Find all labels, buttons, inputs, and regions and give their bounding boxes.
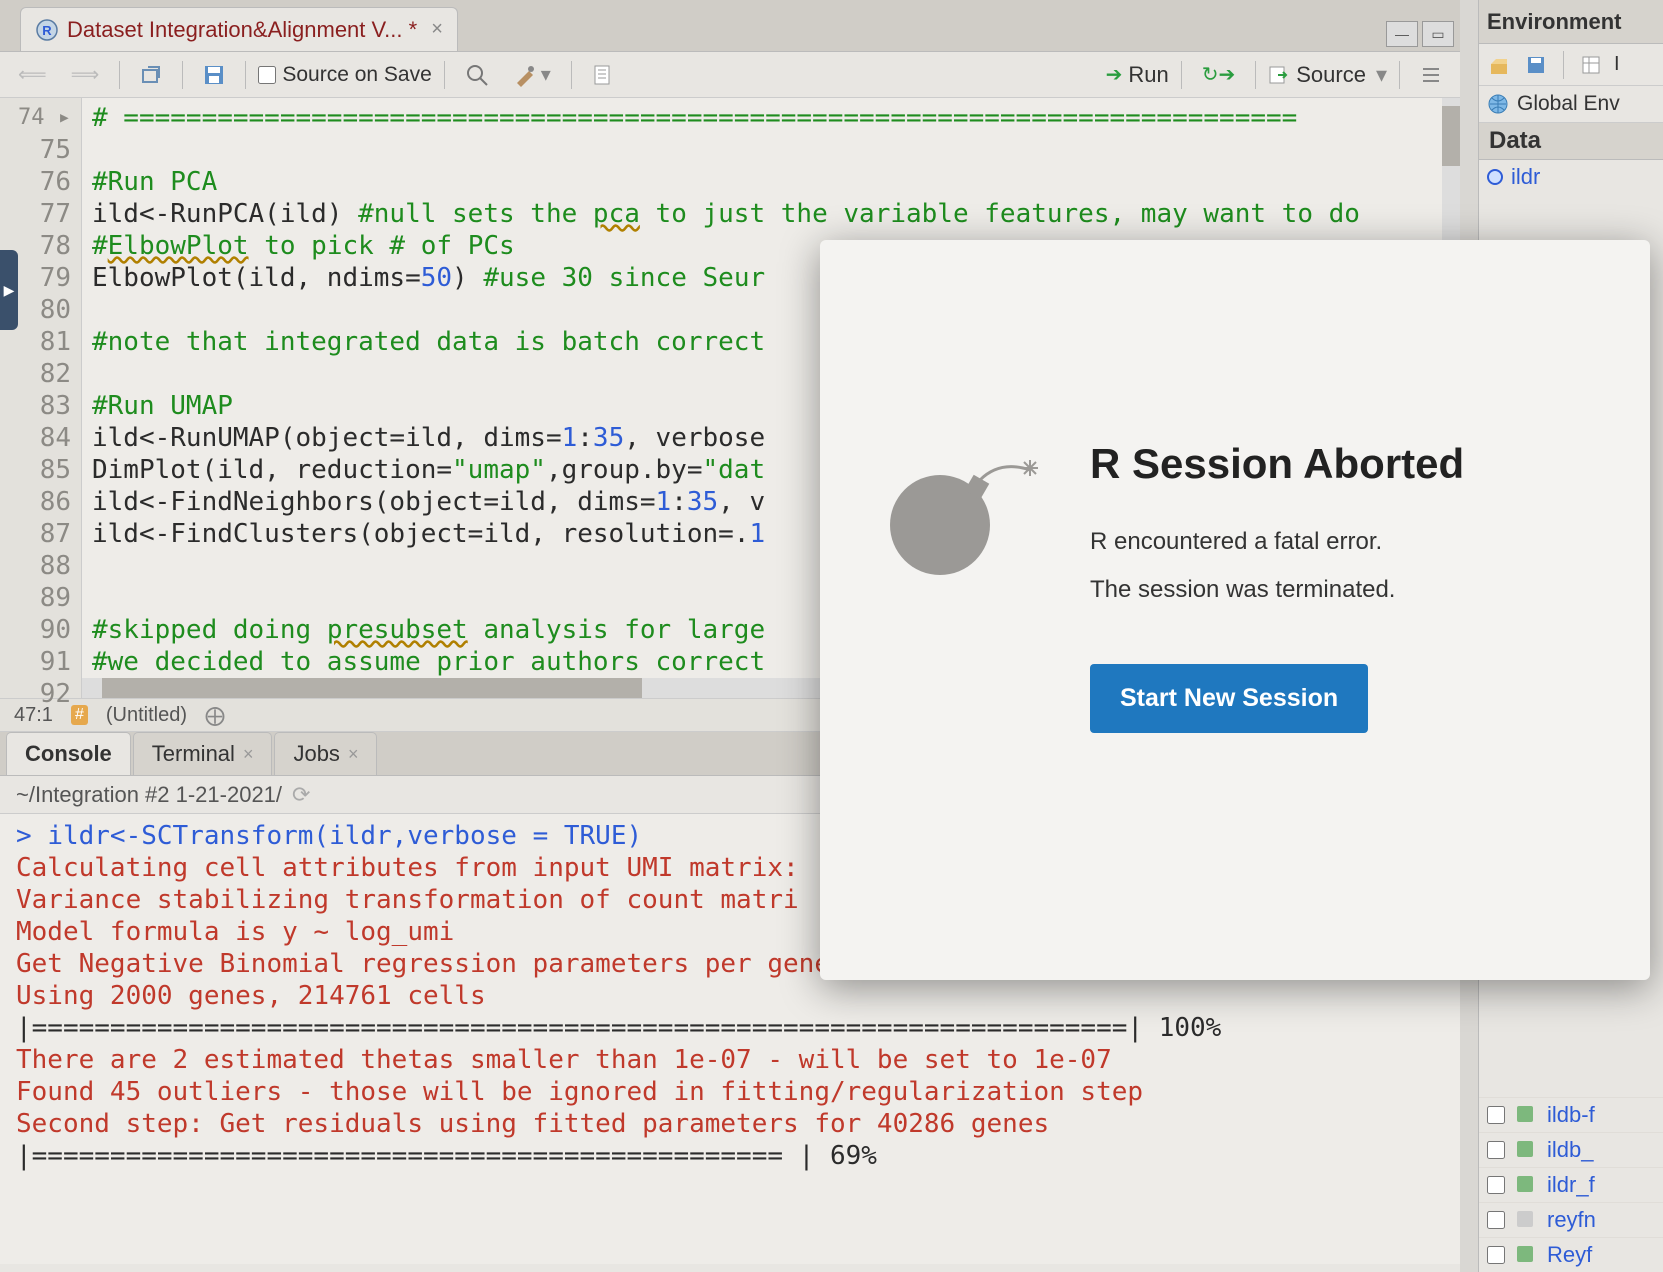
import-dataset-icon[interactable]	[1578, 52, 1604, 78]
outline-icon[interactable]	[1412, 58, 1450, 92]
path-menu-icon[interactable]: ⟳	[292, 782, 310, 808]
source-on-save-toggle[interactable]: Source on Save	[258, 63, 431, 87]
maximize-pane-icon[interactable]: ▭	[1422, 21, 1454, 47]
bomb-icon	[880, 440, 1040, 585]
rdata-file-icon	[1515, 1104, 1537, 1126]
dialog-title: R Session Aborted	[1090, 440, 1590, 488]
file-checkbox[interactable]	[1487, 1141, 1505, 1159]
svg-text:R: R	[42, 23, 52, 38]
terminal-tab[interactable]: Terminal×	[133, 732, 273, 775]
minimize-pane-icon[interactable]: —	[1386, 21, 1418, 47]
compile-report-icon[interactable]	[584, 58, 622, 92]
console-tab[interactable]: Console	[6, 732, 131, 775]
rdata-file-icon	[1515, 1244, 1537, 1266]
file-tab-bar: R Dataset Integration&Alignment V... * ×…	[0, 0, 1460, 52]
rerun-icon[interactable]: ↻➔	[1194, 58, 1244, 92]
section-menu-icon[interactable]: ⨁	[205, 703, 225, 728]
dialog-line-1: R encountered a fatal error.	[1090, 528, 1590, 556]
save-icon[interactable]	[195, 58, 233, 92]
file-row[interactable]: Reyf	[1479, 1237, 1663, 1272]
file-checkbox[interactable]	[1487, 1211, 1505, 1229]
line-gutter: 74 ▸757677787980818283848586878889909192	[0, 98, 82, 698]
section-label[interactable]: (Untitled)	[106, 704, 187, 727]
file-checkbox[interactable]	[1487, 1106, 1505, 1124]
file-row[interactable]: reyfn	[1479, 1202, 1663, 1237]
dialog-line-2: The session was terminated.	[1090, 576, 1590, 604]
file-tab[interactable]: R Dataset Integration&Alignment V... * ×	[20, 7, 458, 51]
load-workspace-icon[interactable]	[1487, 52, 1513, 78]
session-aborted-dialog: R Session Aborted R encountered a fatal …	[820, 240, 1650, 980]
data-section-header: Data	[1479, 123, 1663, 160]
file-tab-title: Dataset Integration&Alignment V... *	[67, 17, 417, 43]
environment-tab[interactable]: Environment	[1487, 9, 1621, 35]
globe-icon	[1487, 93, 1509, 115]
env-tab-bar: Environment	[1479, 0, 1663, 44]
file-checkbox[interactable]	[1487, 1176, 1505, 1194]
env-object[interactable]: ildr	[1479, 160, 1663, 194]
function-badge-icon: #	[71, 705, 88, 725]
find-icon[interactable]	[457, 58, 497, 92]
jobs-tab[interactable]: Jobs×	[274, 732, 377, 775]
start-new-session-button[interactable]: Start New Session	[1090, 664, 1368, 733]
close-icon[interactable]: ×	[348, 744, 359, 765]
save-workspace-icon[interactable]	[1523, 52, 1549, 78]
pane-grip[interactable]: ▶	[0, 250, 18, 330]
rdata-file-icon	[1515, 1174, 1537, 1196]
environment-scope[interactable]: Global Env	[1479, 86, 1663, 123]
file-checkbox[interactable]	[1487, 1246, 1505, 1264]
file-row[interactable]: ildb-f	[1479, 1097, 1663, 1132]
source-button[interactable]: Source ▾	[1268, 62, 1387, 88]
close-icon[interactable]: ×	[243, 744, 254, 765]
env-toolbar: I	[1479, 44, 1663, 86]
code-tools-icon[interactable]: ▾	[505, 58, 559, 92]
back-icon[interactable]: ⟸	[10, 58, 55, 92]
close-tab-icon[interactable]: ×	[431, 18, 443, 41]
source-on-save-checkbox[interactable]	[258, 66, 276, 84]
rdata-file-icon	[1515, 1209, 1537, 1231]
forward-icon[interactable]: ⟹	[63, 58, 108, 92]
source-toolbar: ⟸ ⟹ Source on Save ▾ ➔ Run	[0, 52, 1460, 98]
rdata-file-icon	[1515, 1139, 1537, 1161]
run-button[interactable]: ➔ Run	[1106, 62, 1169, 88]
file-row[interactable]: ildb_	[1479, 1132, 1663, 1167]
show-in-new-window-icon[interactable]	[132, 58, 170, 92]
file-row[interactable]: ildr_f	[1479, 1167, 1663, 1202]
r-file-icon: R	[35, 18, 59, 42]
